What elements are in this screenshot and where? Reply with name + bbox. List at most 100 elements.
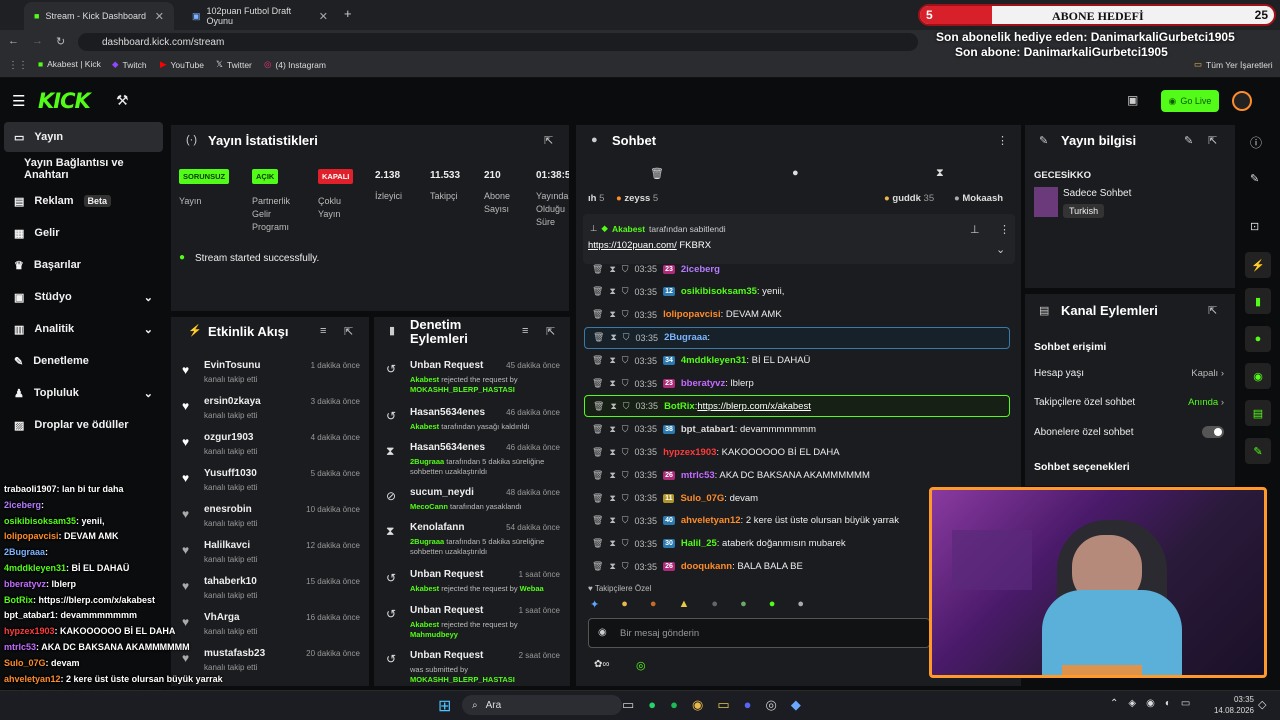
trash-icon[interactable]: 🗑 xyxy=(592,378,603,389)
new-tab-icon[interactable]: + xyxy=(344,6,352,21)
filter-icon[interactable]: ≡ xyxy=(320,325,326,337)
sidebar-item-topluluk[interactable]: ♟ Topluluk ⌄ xyxy=(0,378,165,408)
clock[interactable]: 03:35 14.08.2026 xyxy=(1210,694,1254,716)
chat-username[interactable]: bpt_atabar1 xyxy=(681,424,735,435)
chat-message[interactable]: 🗑 ⧗ ⛉ 03:35 BotRix: https://blerp.com/x/akab… xyxy=(584,395,1010,418)
chat-username[interactable]: bberatyvz xyxy=(681,378,725,389)
creator-icon[interactable]: ▣ xyxy=(1127,93,1138,107)
moderation-item[interactable]: ⧗ Hasan5634enes 46 dakika önce 2Bugraaa tar… xyxy=(380,440,566,480)
chat-username[interactable]: lolipopavcisi xyxy=(663,309,721,320)
moderation-item[interactable]: ↺ Unban Request 1 saat önce Akabest rejecte… xyxy=(380,567,566,607)
followers-only-setting[interactable]: Takipçilere özel sohbet Anında › xyxy=(1034,397,1224,408)
trash-icon[interactable]: 🗑 xyxy=(592,561,603,572)
close-icon[interactable]: ✕ xyxy=(155,10,164,23)
sidebar-item-reklam[interactable]: ▤ Reklam Beta xyxy=(0,186,165,216)
moderation-item[interactable]: ⊘ sucum_neydi 48 dakika önce MecoCann taraf… xyxy=(380,485,566,525)
timeout-icon[interactable]: ⧗ xyxy=(609,309,615,320)
hourglass-tab-icon[interactable]: ⧗ xyxy=(936,167,944,180)
chat-message[interactable]: 🗑 ⧗ ⛉ 03:35 23 2iceberg xyxy=(584,258,1010,280)
close-icon[interactable]: ✕ xyxy=(319,10,328,23)
activity-item[interactable]: ♥ enesrobin kanalı takip etti 10 dakika önc… xyxy=(174,501,368,537)
expand-icon[interactable]: ⇱ xyxy=(544,134,553,147)
expand-icon[interactable]: ⇱ xyxy=(546,325,555,338)
moderation-item[interactable]: ↺ Unban Request 45 dakika önce Akabest reje… xyxy=(380,358,566,398)
emote-icon[interactable]: ● xyxy=(797,598,804,614)
quick-action-bolt[interactable]: ⚡ xyxy=(1245,252,1271,278)
subscribers-only-setting[interactable]: Abonelere özel sohbet xyxy=(1034,426,1224,438)
activity-item[interactable]: ♥ ozgur1903 kanalı takip etti 4 dakika önce xyxy=(174,429,368,465)
obs-icon[interactable]: ◎ xyxy=(766,697,777,713)
emote-icon[interactable]: ✦ xyxy=(590,598,599,614)
battery-icon[interactable]: ▭ xyxy=(1181,698,1190,709)
chevron-up-icon[interactable]: ⌃ xyxy=(1110,698,1118,709)
notification-icon[interactable]: ◇ xyxy=(1258,698,1266,711)
back-icon[interactable]: ← xyxy=(8,35,19,47)
sidebar-item-gelir[interactable]: ▦ Gelir xyxy=(0,218,165,248)
windows-start-icon[interactable]: ⊞ xyxy=(438,696,451,716)
timeout-icon[interactable]: ⧗ xyxy=(609,264,615,275)
trash-icon[interactable]: 🗑 xyxy=(592,515,603,526)
trash-icon[interactable]: 🗑 xyxy=(592,309,603,320)
spotify-icon[interactable]: ● xyxy=(670,697,678,713)
chat-tab-icon[interactable]: ● xyxy=(792,167,799,179)
trash-icon[interactable]: 🗑 xyxy=(592,264,603,275)
activity-item[interactable]: ♥ Yusuff1030 kanalı takip etti 5 dakika önc… xyxy=(174,465,368,501)
crop-icon[interactable]: ⊡ xyxy=(1250,220,1259,233)
apps-icon[interactable]: ⋮⋮ xyxy=(8,60,28,71)
pen-icon[interactable]: ✎ xyxy=(1250,172,1259,185)
chat-message[interactable]: 🗑 ⧗ ⛉ 03:35 23 bberatyvz: lblerp xyxy=(584,373,1010,395)
moderation-item[interactable]: ↺ Unban Request 2 saat önce was submitted … xyxy=(380,648,566,688)
trash-icon[interactable]: 🗑 xyxy=(592,355,603,366)
filter-icon[interactable]: ≡ xyxy=(522,325,528,337)
bookmark-youtube[interactable]: ▶ YouTube xyxy=(160,59,204,70)
timeout-icon[interactable]: ⧗ xyxy=(609,424,615,435)
trash-icon[interactable]: 🗑 xyxy=(592,424,603,435)
chat-link[interactable]: https://blerp.com/x/akabest xyxy=(697,401,811,412)
chrome-icon[interactable]: ◉ xyxy=(692,697,703,713)
chat-username[interactable]: osikibisoksam35 xyxy=(681,286,757,297)
stream-category[interactable]: Sadece Sohbet xyxy=(1063,188,1131,199)
tab-kick-dashboard[interactable]: ■ Stream - Kick Dashboard ✕ xyxy=(24,2,174,30)
leaderboard-item[interactable]: ● guddk 35 xyxy=(884,193,934,204)
leaderboard-item[interactable]: ● zeyss 5 xyxy=(616,193,658,204)
chat-username[interactable]: 2iceberg xyxy=(681,264,720,275)
moderation-item[interactable]: ↺ Hasan5634enes 46 dakika önce Akabest tara… xyxy=(380,405,566,445)
chat-message[interactable]: 🗑 ⧗ ⛉ 03:35 38 bpt_atabar1: devammmmmmm xyxy=(584,418,1010,440)
emote-icon[interactable]: ● xyxy=(769,598,776,614)
expand-icon[interactable]: ⇱ xyxy=(1208,304,1217,317)
network-icon[interactable]: ◈ xyxy=(1128,698,1136,709)
moderation-item[interactable]: ↺ Unban Request 1 saat önce Akabest rejecte… xyxy=(380,603,566,643)
emote-row[interactable]: ✦ ● ● ▲ ● ● ● ● xyxy=(590,598,920,614)
more-icon[interactable]: ⋮ xyxy=(997,134,1008,147)
chat-username[interactable]: Halil_25 xyxy=(681,538,717,549)
forward-icon[interactable]: → xyxy=(32,35,43,47)
emote-icon[interactable]: ▲ xyxy=(679,598,690,614)
menu-icon[interactable]: ☰ xyxy=(12,92,25,110)
timeout-icon[interactable]: ⧗ xyxy=(609,561,615,572)
trash-icon[interactable]: 🗑 xyxy=(592,470,603,481)
trash-icon[interactable]: 🗑 xyxy=(593,332,604,343)
activity-item[interactable]: ♥ Halilkavci kanalı takip etti 12 dakika ön… xyxy=(174,537,368,573)
timeout-icon[interactable]: ⧗ xyxy=(609,493,615,504)
chat-username[interactable]: 4mddkleyen31 xyxy=(681,355,746,366)
leaderboard-item[interactable]: ● Mokaash xyxy=(954,193,1016,204)
sidebar-item-studyo[interactable]: ▣ Stüdyo ⌄ xyxy=(0,282,165,312)
quick-action-broadcast[interactable]: ◉ xyxy=(1245,363,1271,389)
sidebar-item-droplar[interactable]: ▨ Droplar ve ödüller xyxy=(0,410,165,440)
trash-tab-icon[interactable]: 🗑 xyxy=(650,167,664,180)
whatsapp-icon[interactable]: ● xyxy=(648,697,656,713)
leaderboard-item[interactable]: ıh 5 xyxy=(588,193,604,204)
emote-icon[interactable]: ● xyxy=(650,598,657,614)
trash-icon[interactable]: 🗑 xyxy=(593,401,604,412)
url-input[interactable]: dashboard.kick.com/stream xyxy=(78,33,918,51)
timeout-icon[interactable]: ⧗ xyxy=(610,332,616,343)
chat-username[interactable]: hypzex1903 xyxy=(663,447,716,458)
settings-icon[interactable]: ✿∞ xyxy=(594,659,610,670)
moderation-item[interactable]: ⧗ Kenolafann 54 dakika önce 2Bugraaa tarafı… xyxy=(380,520,566,560)
reload-icon[interactable]: ↻ xyxy=(56,35,65,48)
chat-message[interactable]: 🗑 ⧗ ⛉ 03:35 hypzex1903: KAKOOOOOO Bİ EL DAHA xyxy=(584,441,1010,463)
expand-icon[interactable]: ⇱ xyxy=(1208,134,1217,147)
emote-icon[interactable]: ● xyxy=(711,598,718,614)
folder-icon[interactable]: ▭ xyxy=(717,697,729,713)
chat-username[interactable]: dooqukann xyxy=(681,561,732,572)
